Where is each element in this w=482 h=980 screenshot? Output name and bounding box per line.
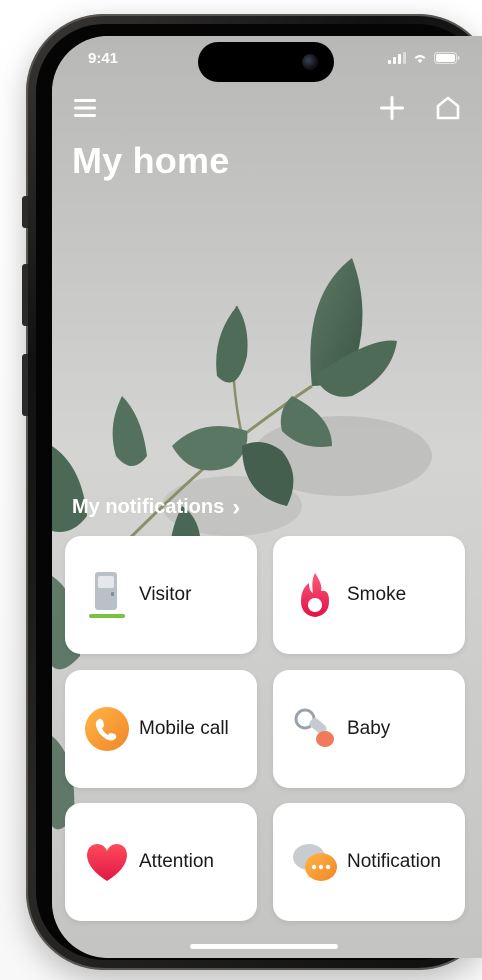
tile-visitor[interactable]: Visitor [65, 536, 257, 654]
phone-screen: 9:41 My home My notifications › Visitor … [52, 36, 482, 958]
tile-attention-label: Attention [139, 851, 214, 872]
volume-down-button [22, 354, 28, 416]
flame-icon [291, 571, 339, 619]
chat-bubble-icon [291, 838, 339, 886]
wifi-icon [414, 54, 426, 63]
status-icons [388, 52, 460, 64]
tile-mobile-call-label: Mobile call [139, 718, 229, 739]
tile-smoke[interactable]: Smoke [273, 536, 465, 654]
tile-mobile-call[interactable]: Mobile call [65, 670, 257, 788]
notifications-link[interactable]: My notifications › [72, 493, 241, 521]
action-button [22, 196, 28, 228]
home-icon[interactable] [434, 94, 462, 122]
status-time: 9:41 [88, 50, 119, 67]
front-camera-icon [302, 54, 318, 70]
battery-icon [434, 52, 460, 64]
menu-icon[interactable] [72, 94, 100, 122]
tile-baby-label: Baby [347, 718, 391, 739]
tile-baby[interactable]: Baby [273, 670, 465, 788]
pacifier-icon [291, 705, 339, 753]
heart-icon [83, 838, 131, 886]
cellular-signal-icon [388, 52, 406, 64]
door-icon [83, 571, 131, 619]
chevron-right-icon: › [232, 493, 241, 521]
tile-smoke-label: Smoke [347, 584, 407, 605]
page-title: My home [72, 140, 230, 181]
home-indicator[interactable] [190, 944, 338, 949]
scene: 9:41 My home My notifications › Visitor … [0, 0, 482, 980]
phone-icon [83, 705, 131, 753]
volume-up-button [22, 264, 28, 326]
dynamic-island [198, 42, 334, 82]
tile-notification[interactable]: Notification [273, 803, 465, 921]
notifications-heading: My notifications [72, 496, 225, 518]
tile-notification-label: Notification [347, 851, 441, 872]
plus-icon[interactable] [378, 94, 406, 122]
tile-attention[interactable]: Attention [65, 803, 257, 921]
tile-visitor-label: Visitor [139, 584, 192, 605]
